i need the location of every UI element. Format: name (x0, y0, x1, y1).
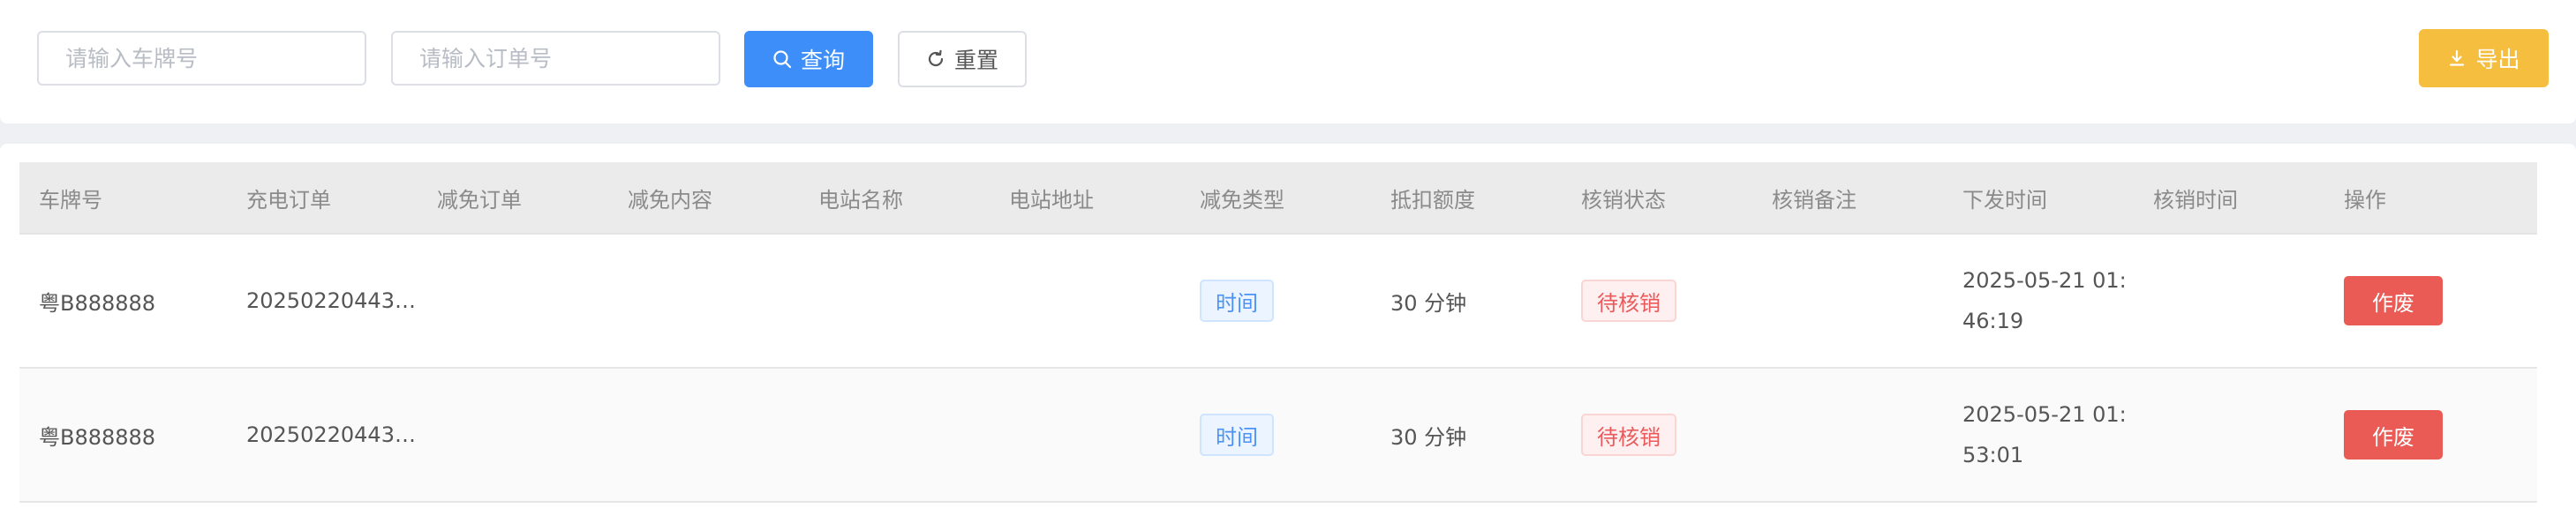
cell-charge-order: 20250220443… (246, 422, 416, 447)
header-station-address: 电站地址 (1009, 187, 1094, 213)
issue-time-line-2: 46:19 (1962, 309, 2024, 333)
relief-type-tag: 时间 (1200, 280, 1274, 322)
header-relief-content: 减免内容 (628, 187, 712, 213)
header-verify-time: 核销时间 (2153, 187, 2238, 213)
header-action: 操作 (2344, 187, 2386, 213)
header-deduction: 抵扣额度 (1390, 187, 1475, 213)
relief-type-tag: 时间 (1200, 414, 1274, 456)
cell-action: 作废 (2324, 410, 2537, 459)
cell-deduction: 30 分钟 (1390, 424, 1467, 450)
cell-status: 待核销 (1562, 414, 1752, 456)
cell-relief-type: 时间 (1180, 280, 1371, 322)
export-button-label: 导出 (2475, 47, 2520, 72)
query-button[interactable]: 查询 (744, 31, 873, 87)
header-station-name: 电站名称 (818, 187, 903, 213)
reset-button-label: 重置 (953, 48, 998, 73)
table-row: 粤B888888 20250220443… 时间 30 分钟 待核销 2025-… (19, 235, 2537, 369)
reset-button[interactable]: 重置 (898, 31, 1027, 87)
cell-relief-type: 时间 (1180, 414, 1371, 456)
search-icon (772, 49, 792, 69)
issue-time-line-2: 53:01 (1962, 443, 2024, 467)
status-badge: 待核销 (1581, 414, 1676, 456)
void-button[interactable]: 作废 (2344, 410, 2443, 459)
issue-time-line-1: 2025-05-21 01: (1962, 268, 2127, 293)
header-relief-order: 减免订单 (437, 187, 522, 213)
header-remark: 核销备注 (1772, 187, 1857, 213)
table-header: 车牌号 充电订单 减免订单 减免内容 电站名称 电站地址 减免类型 抵扣额度 核… (19, 162, 2537, 235)
void-button[interactable]: 作废 (2344, 276, 2443, 325)
header-issue-time: 下发时间 (1962, 187, 2047, 213)
cell-issue-time: 2025-05-21 01: 46:19 (1943, 260, 2134, 341)
header-charge-order: 充电订单 (246, 187, 331, 213)
plate-number-input[interactable] (37, 31, 366, 86)
search-panel: 查询 重置 导出 (0, 0, 2576, 123)
header-status: 核销状态 (1581, 187, 1666, 213)
table-row: 粤B888888 20250220443… 时间 30 分钟 待核销 2025-… (19, 369, 2537, 503)
issue-time-line-1: 2025-05-21 01: (1962, 402, 2127, 427)
download-icon (2447, 49, 2467, 68)
order-number-input[interactable] (391, 31, 720, 86)
export-button[interactable]: 导出 (2419, 29, 2549, 87)
header-relief-type: 减免类型 (1200, 187, 1284, 213)
relief-order-table: 车牌号 充电订单 减免订单 减免内容 电站名称 电站地址 减免类型 抵扣额度 核… (19, 162, 2537, 503)
table-panel: 车牌号 充电订单 减免订单 减免内容 电站名称 电站地址 减免类型 抵扣额度 核… (0, 144, 2576, 508)
page: 查询 重置 导出 车牌号 (0, 0, 2576, 508)
cell-charge-order: 20250220443… (246, 288, 416, 313)
cell-status: 待核销 (1562, 280, 1752, 322)
cell-plate: 粤B888888 (39, 290, 156, 316)
cell-issue-time: 2025-05-21 01: 53:01 (1943, 394, 2134, 475)
status-badge: 待核销 (1581, 280, 1676, 322)
query-button-label: 查询 (800, 48, 845, 73)
cell-action: 作废 (2324, 276, 2537, 325)
cell-plate: 粤B888888 (39, 424, 156, 450)
refresh-icon (926, 49, 945, 69)
cell-deduction: 30 分钟 (1390, 290, 1467, 316)
header-plate: 车牌号 (39, 187, 102, 213)
